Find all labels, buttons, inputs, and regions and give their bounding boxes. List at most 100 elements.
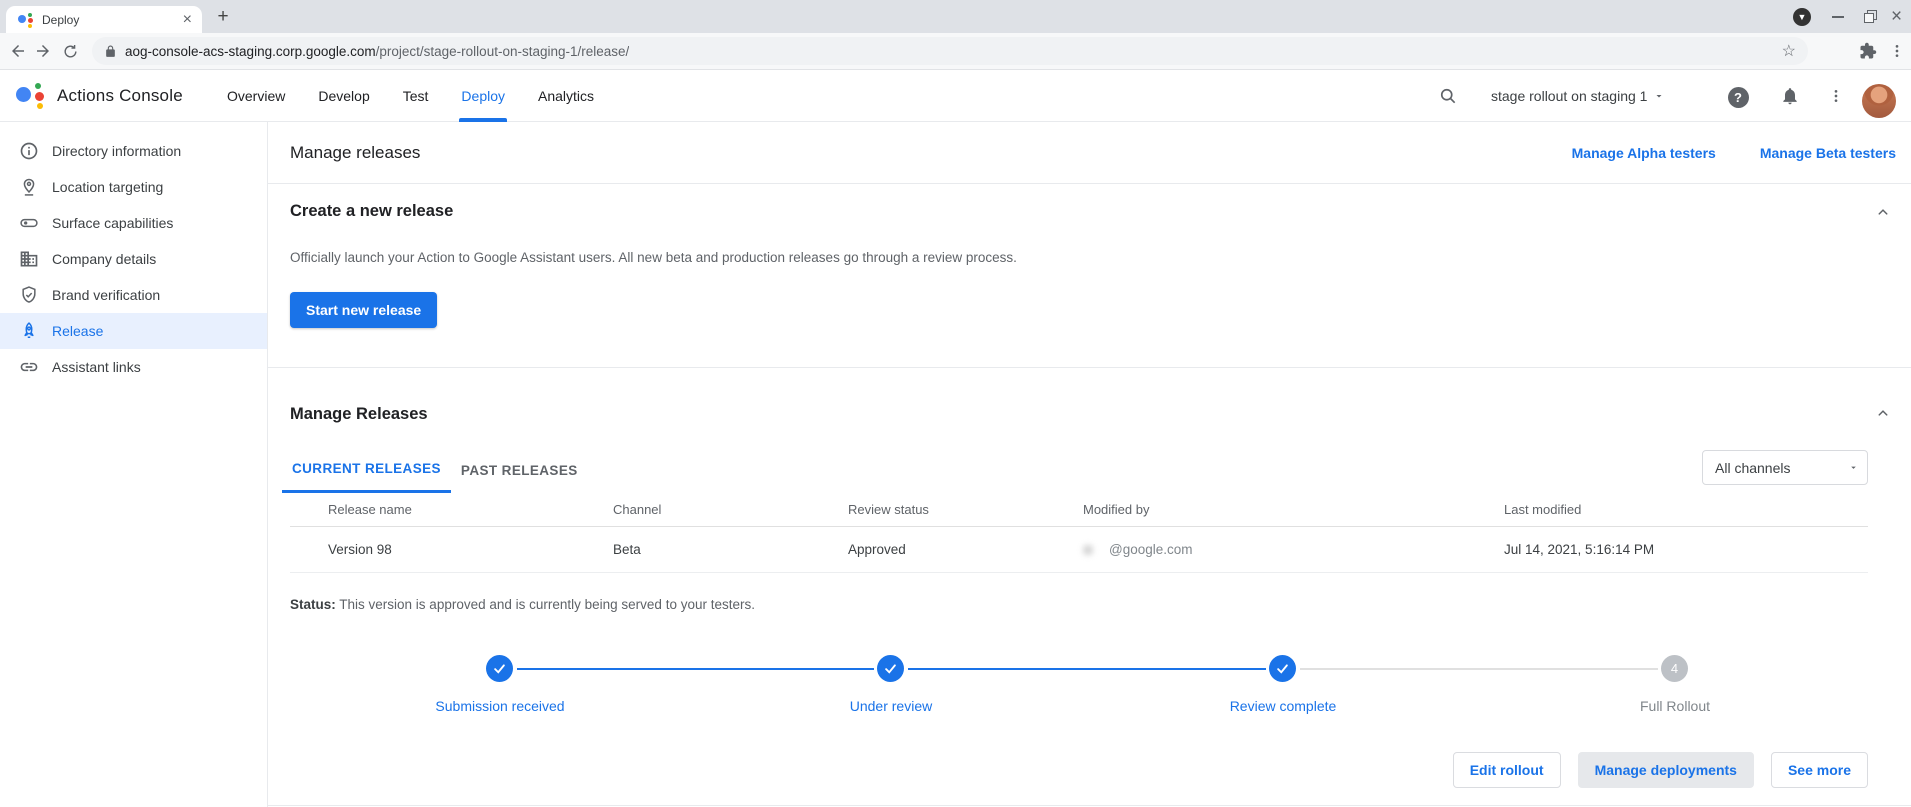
collapse-manage-section-icon[interactable] [1871, 401, 1895, 425]
sidebar-item-assistant-links[interactable]: Assistant links [0, 349, 267, 385]
minimize-button[interactable] [1832, 0, 1844, 33]
step-check-icon [1269, 655, 1296, 682]
user-avatar[interactable] [1862, 84, 1896, 118]
help-icon[interactable]: ? [1726, 85, 1750, 109]
create-release-title: Create a new release [290, 202, 453, 221]
chevron-down-icon [1848, 462, 1859, 473]
shield-check-icon [19, 285, 39, 305]
col-release-name: Release name [328, 502, 613, 517]
start-new-release-button[interactable]: Start new release [290, 292, 437, 328]
manage-releases-title: Manage Releases [290, 405, 428, 424]
step-label-review-complete: Review complete [1173, 698, 1393, 714]
bookmark-star-icon[interactable]: ☆ [1782, 41, 1796, 61]
overflow-menu-icon[interactable] [1824, 84, 1848, 108]
restore-button[interactable] [1864, 0, 1877, 33]
main-nav: Overview Develop Test Deploy Analytics [227, 70, 594, 122]
sidebar-item-brand-verification[interactable]: Brand verification [0, 277, 267, 313]
cell-release-name: Version 98 [328, 542, 613, 557]
tab-close-icon[interactable]: × [181, 12, 194, 28]
releases-tabs: CURRENT RELEASES PAST RELEASES [282, 447, 588, 493]
collapse-create-section-icon[interactable] [1871, 200, 1895, 224]
extensions-puzzle-icon[interactable] [1856, 39, 1880, 63]
cell-last-modified: Jul 14, 2021, 5:16:14 PM [1504, 542, 1868, 557]
browser-tab[interactable]: Deploy × [6, 6, 202, 33]
cell-review-status: Approved [848, 542, 1083, 557]
rocket-icon [19, 321, 39, 341]
release-progress-stepper: 4 Submission received Under review Revie… [290, 642, 1868, 722]
nav-analytics[interactable]: Analytics [538, 70, 594, 122]
step-check-icon [486, 655, 513, 682]
new-tab-button[interactable]: + [212, 6, 234, 28]
manage-alpha-testers-link[interactable]: Manage Alpha testers [1572, 145, 1716, 161]
assistant-logo-icon [16, 82, 46, 110]
edit-rollout-button[interactable]: Edit rollout [1453, 752, 1561, 788]
page-content: Manage releases Manage Alpha testers Man… [268, 122, 1911, 807]
sidebar-item-directory-information[interactable]: Directory information [0, 133, 267, 169]
keyboard-status-icon[interactable]: ▼ [1793, 0, 1811, 33]
sidebar-item-label: Brand verification [52, 287, 160, 303]
cell-modified-by: @google.com [1083, 542, 1504, 557]
sidebar-item-surface-capabilities[interactable]: Surface capabilities [0, 205, 267, 241]
notifications-bell-icon[interactable] [1778, 84, 1802, 108]
step-check-icon [877, 655, 904, 682]
sidebar-item-release[interactable]: Release [0, 313, 267, 349]
project-name: stage rollout on staging 1 [1491, 88, 1647, 104]
info-icon [19, 141, 39, 161]
divider [268, 183, 1911, 184]
sidebar-item-label: Company details [52, 251, 156, 267]
sidebar-item-label: Assistant links [52, 359, 141, 375]
search-icon[interactable] [1436, 84, 1460, 108]
step-label-under-review: Under review [781, 698, 1001, 714]
divider [268, 367, 1911, 368]
nav-deploy[interactable]: Deploy [461, 70, 505, 122]
col-modified-by: Modified by [1083, 502, 1504, 517]
col-last-modified: Last modified [1504, 502, 1868, 517]
nav-develop[interactable]: Develop [318, 70, 369, 122]
back-icon[interactable] [6, 39, 30, 63]
toggle-icon [19, 213, 39, 233]
col-review-status: Review status [848, 502, 1083, 517]
page-title: Manage releases [290, 143, 420, 163]
browser-tab-strip: Deploy × + ▼ × [0, 0, 1911, 33]
channel-filter-select[interactable]: All channels [1702, 450, 1868, 485]
project-selector[interactable]: stage rollout on staging 1 [1491, 70, 1665, 122]
col-channel: Channel [613, 502, 848, 517]
step-label-full-rollout: Full Rollout [1565, 698, 1785, 714]
location-pin-icon [19, 177, 39, 197]
close-window-button[interactable]: × [1891, 0, 1902, 33]
browser-window: Deploy × + ▼ × aog-console-acs-staging.c… [0, 0, 1911, 807]
sidebar: Directory information Location targeting… [0, 122, 268, 807]
step-connector [908, 668, 1266, 670]
chevron-down-icon [1653, 90, 1665, 102]
tab-title: Deploy [42, 13, 181, 27]
step-number-badge: 4 [1661, 655, 1688, 682]
manage-beta-testers-link[interactable]: Manage Beta testers [1760, 145, 1896, 161]
assistant-favicon-icon [18, 12, 34, 28]
sidebar-item-company-details[interactable]: Company details [0, 241, 267, 277]
see-more-button[interactable]: See more [1771, 752, 1868, 788]
url-bar[interactable]: aog-console-acs-staging.corp.google.com/… [92, 37, 1808, 65]
releases-table-header: Release name Channel Review status Modif… [290, 493, 1868, 527]
lock-icon [104, 45, 117, 58]
tab-past-releases[interactable]: PAST RELEASES [451, 447, 588, 493]
url-text: aog-console-acs-staging.corp.google.com/… [125, 44, 629, 59]
browser-menu-icon[interactable] [1885, 39, 1909, 63]
tab-current-releases[interactable]: CURRENT RELEASES [282, 447, 451, 493]
channel-filter-value: All channels [1715, 460, 1791, 476]
sidebar-item-label: Release [52, 323, 103, 339]
redacted-username [1083, 545, 1093, 555]
sidebar-item-label: Location targeting [52, 179, 163, 195]
building-icon [19, 249, 39, 269]
sidebar-item-location-targeting[interactable]: Location targeting [0, 169, 267, 205]
refresh-icon[interactable] [58, 39, 82, 63]
divider [268, 805, 1911, 806]
sidebar-item-label: Surface capabilities [52, 215, 173, 231]
nav-overview[interactable]: Overview [227, 70, 285, 122]
nav-test[interactable]: Test [403, 70, 429, 122]
manage-deployments-button[interactable]: Manage deployments [1578, 752, 1754, 788]
cell-channel: Beta [613, 542, 848, 557]
forward-icon[interactable] [31, 39, 55, 63]
release-status-text: Status: This version is approved and is … [290, 597, 755, 612]
browser-toolbar: aog-console-acs-staging.corp.google.com/… [0, 33, 1911, 70]
release-table-row[interactable]: Version 98 Beta Approved @google.com Jul… [290, 527, 1868, 573]
